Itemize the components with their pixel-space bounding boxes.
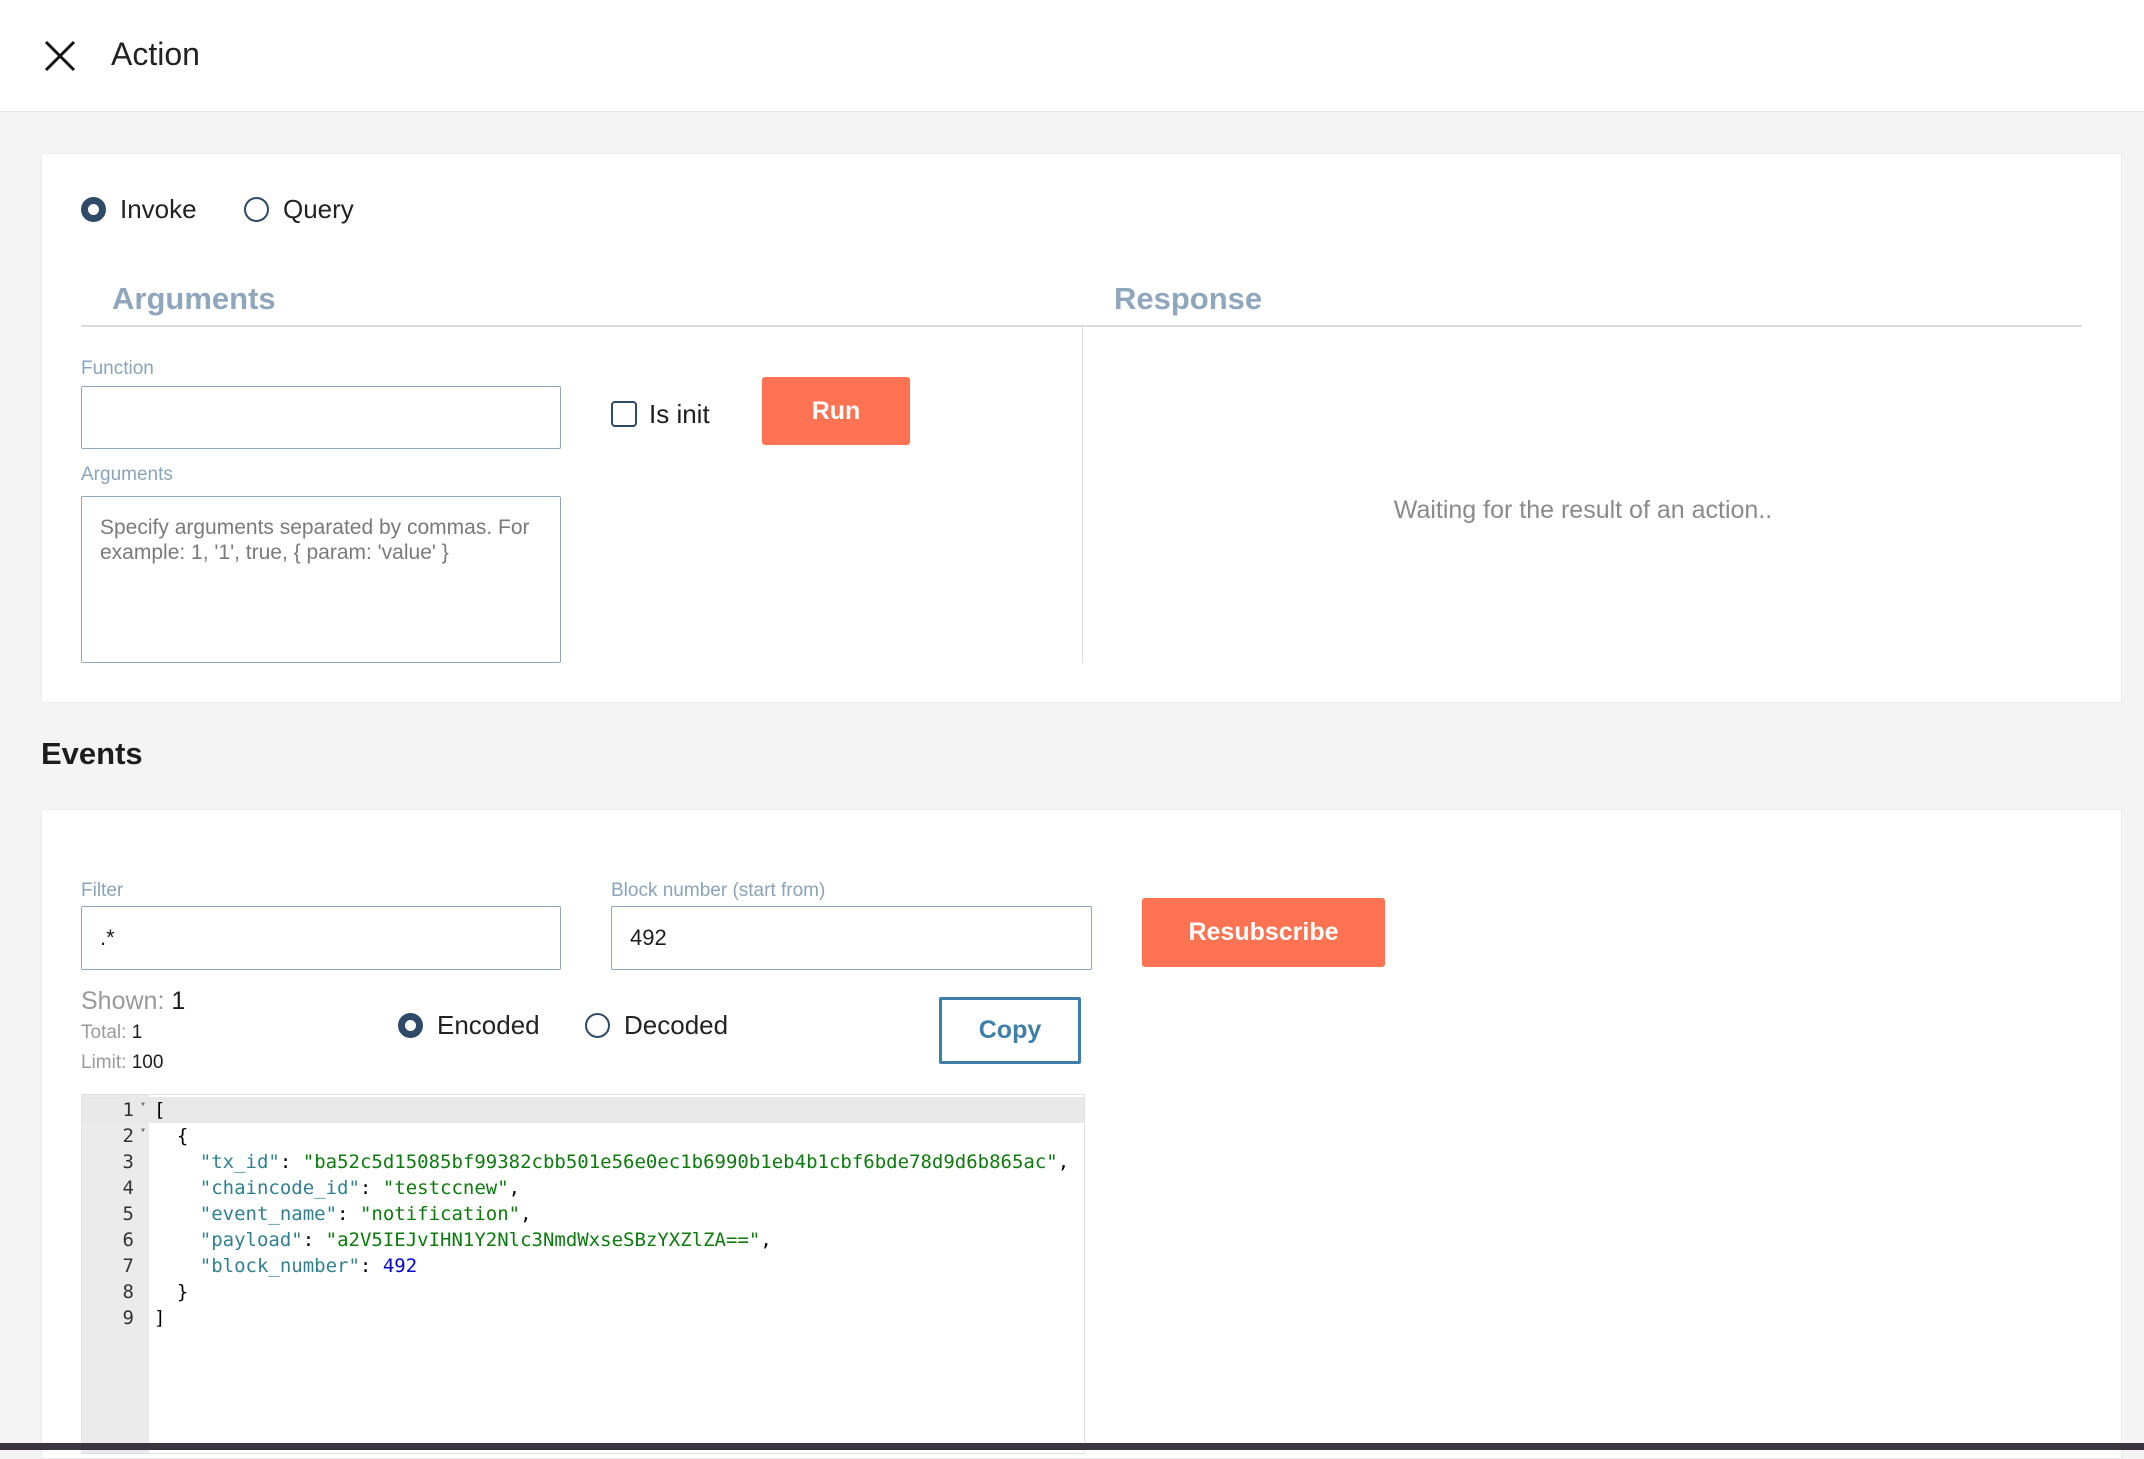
line-number: 3 (122, 1151, 134, 1173)
active-line-highlight (82, 1097, 1084, 1123)
close-icon[interactable] (44, 40, 76, 72)
radio-checked-icon[interactable] (398, 1013, 423, 1038)
limit-count: Limit: 100 (81, 1052, 163, 1074)
arguments-label: Arguments (81, 464, 173, 485)
line-number: 4 (122, 1177, 134, 1199)
code-line: "chaincode_id": "testccnew", (199, 1177, 521, 1199)
line-number: 8 (122, 1281, 134, 1303)
code-line: ] (154, 1307, 166, 1329)
total-label: Total: (81, 1022, 127, 1043)
limit-value: 100 (131, 1052, 164, 1073)
line-number: 6 (122, 1229, 134, 1251)
code-line: "block_number": 492 (199, 1255, 418, 1277)
shown-value: 1 (171, 987, 186, 1015)
run-button[interactable]: Run (762, 377, 910, 445)
is-init-checkbox[interactable] (611, 401, 637, 427)
code-line: { (154, 1125, 189, 1147)
code-line: } (154, 1281, 189, 1303)
column-divider (1082, 327, 1083, 663)
radio-decoded[interactable]: Decoded (585, 1010, 728, 1041)
radio-encoded[interactable]: Encoded (398, 1010, 540, 1041)
radio-query[interactable]: Query (244, 194, 354, 225)
resubscribe-button[interactable]: Resubscribe (1142, 898, 1385, 967)
filter-label: Filter (81, 880, 124, 901)
is-init-label: Is init (649, 399, 710, 429)
radio-invoke[interactable]: Invoke (81, 194, 197, 225)
fold-arrow-icon[interactable]: ▾ (134, 1099, 146, 1110)
page-title: Action (111, 36, 200, 72)
shown-count: Shown: 1 (81, 987, 185, 1016)
line-number: 2 (122, 1125, 134, 1147)
code-line: [ (154, 1099, 166, 1121)
line-number: 1 (122, 1099, 134, 1121)
code-line: "event_name": "notification", (199, 1203, 532, 1225)
json-editor[interactable]: 1 ▾ 2 ▾ 3 4 5 6 7 8 9 [ { "tx_id": "ba52c5d15085bf… (81, 1094, 1085, 1454)
total-value: 1 (131, 1022, 143, 1043)
line-number: 7 (122, 1255, 134, 1277)
filter-input[interactable]: .* (81, 906, 561, 970)
total-count: Total: 1 (81, 1022, 142, 1044)
line-number: 9 (122, 1307, 134, 1329)
function-input[interactable] (81, 386, 561, 449)
response-heading: Response (1114, 281, 1263, 316)
line-number: 5 (122, 1203, 134, 1225)
fold-arrow-icon[interactable]: ▾ (134, 1125, 146, 1136)
arguments-textarea[interactable]: Specify arguments separated by commas. F… (81, 496, 561, 663)
code-line: "payload": "a2V5IEJvIHN1Y2Nlc3NmdWxseSBz… (199, 1229, 772, 1251)
block-number-input[interactable]: 492 (611, 906, 1092, 970)
function-label: Function (81, 358, 154, 379)
copy-button[interactable]: Copy (939, 997, 1081, 1064)
radio-unchecked-icon[interactable] (585, 1013, 610, 1038)
header-bar: Action (0, 0, 2144, 112)
radio-unchecked-icon[interactable] (244, 197, 269, 222)
waiting-text: Waiting for the result of an action.. (1393, 496, 1773, 524)
events-heading: Events (41, 736, 143, 771)
radio-checked-icon[interactable] (81, 197, 106, 222)
code-line: "tx_id": "ba52c5d15085bf99382cbb501e56e0… (199, 1151, 1070, 1173)
arguments-heading: Arguments (112, 281, 276, 316)
block-number-label: Block number (start from) (611, 880, 826, 901)
bottom-edge (0, 1443, 2144, 1450)
shown-label: Shown: (81, 987, 165, 1015)
limit-label: Limit: (81, 1052, 127, 1073)
